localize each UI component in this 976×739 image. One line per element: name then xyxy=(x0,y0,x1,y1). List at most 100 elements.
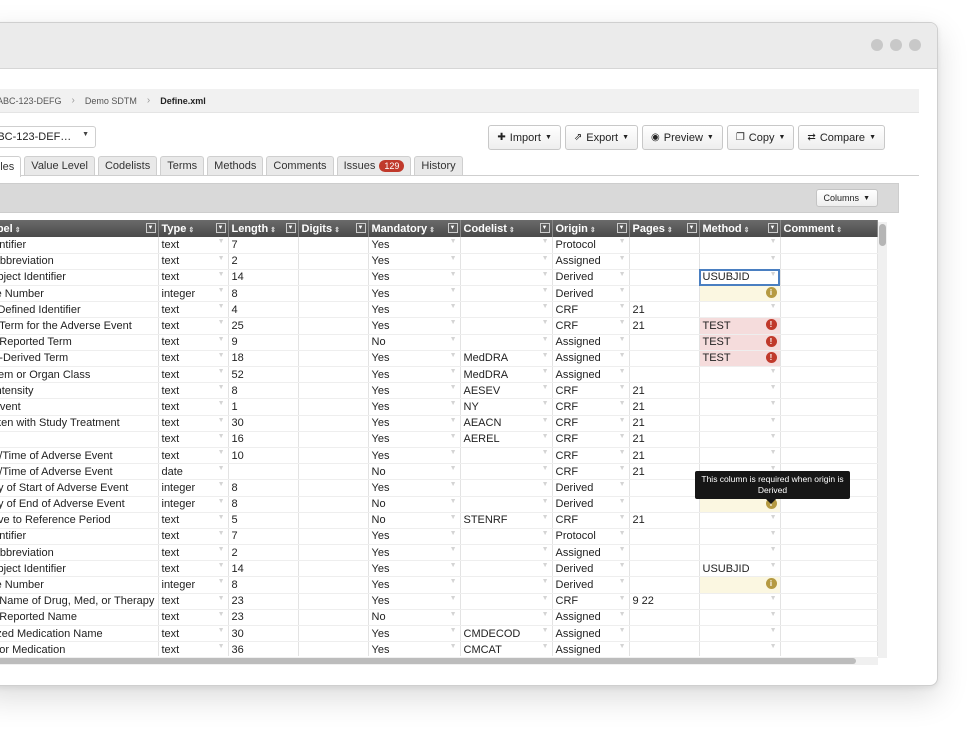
dropdown-caret-icon[interactable]: ▼ xyxy=(450,578,457,585)
cell-method[interactable]: USUBJID ▼ xyxy=(699,560,781,578)
table-row[interactable]: or-Defined Identifier text ▼ 4 Yes ▼ ▼ CRF ▼ 21 ▼ xyxy=(0,301,878,319)
cell-comment[interactable] xyxy=(780,350,878,368)
dropdown-caret-icon[interactable]: ▼ xyxy=(619,287,626,294)
dropdown-caret-icon[interactable]: ▼ xyxy=(218,611,225,618)
cell-codelist[interactable]: ▼ xyxy=(460,576,553,594)
cell-codelist[interactable]: ▼ xyxy=(460,609,553,627)
dropdown-caret-icon[interactable]: ▼ xyxy=(218,530,225,537)
cell-length[interactable]: 2 xyxy=(228,253,299,270)
cell-type[interactable]: text ▼ xyxy=(158,447,229,465)
dropdown-caret-icon[interactable]: ▼ xyxy=(542,498,549,505)
sort-icon[interactable]: ⇕ xyxy=(15,227,21,234)
dropdown-caret-icon[interactable]: ▼ xyxy=(619,595,626,602)
cell-digits[interactable] xyxy=(298,415,369,432)
cell-pages[interactable]: 21 xyxy=(629,431,700,448)
cell-digits[interactable] xyxy=(298,560,369,578)
cell-type[interactable]: text ▼ xyxy=(158,253,229,270)
cell-method[interactable]: ▼ xyxy=(699,544,781,562)
cell-label[interactable]: s Event xyxy=(0,398,159,416)
filter-icon[interactable]: ▼ xyxy=(447,223,458,233)
cell-type[interactable]: text ▼ xyxy=(158,237,229,254)
preview-button[interactable]: ◉ Preview ▼ xyxy=(642,125,723,150)
cell-method[interactable]: ▼ xyxy=(699,593,781,610)
cell-pages[interactable] xyxy=(629,625,700,643)
cell-pages[interactable]: 21 xyxy=(629,463,700,481)
cell-mandatory[interactable]: Yes ▼ xyxy=(368,528,461,546)
cell-comment[interactable] xyxy=(780,560,878,578)
dropdown-caret-icon[interactable]: ▼ xyxy=(218,465,225,472)
cell-length[interactable]: 9 xyxy=(228,334,299,351)
dropdown-caret-icon[interactable]: ▼ xyxy=(542,287,549,294)
dropdown-caret-icon[interactable]: ▼ xyxy=(619,319,626,326)
dropdown-caret-icon[interactable]: ▼ xyxy=(619,498,626,505)
dropdown-caret-icon[interactable]: ▼ xyxy=(770,303,777,310)
cell-length[interactable]: 4 xyxy=(228,301,299,319)
cell-length[interactable]: 8 xyxy=(228,479,299,497)
cell-length[interactable]: 23 xyxy=(228,609,299,627)
cell-method[interactable]: USUBJID ▼ xyxy=(699,269,781,287)
cell-method[interactable]: TEST! xyxy=(699,350,781,368)
dropdown-caret-icon[interactable]: ▼ xyxy=(770,449,777,456)
cell-digits[interactable] xyxy=(298,479,369,497)
table-row[interactable]: ystem or Organ Classtext▼52Yes▼MedDRA▼As… xyxy=(0,366,878,384)
dropdown-caret-icon[interactable]: ▼ xyxy=(770,562,777,569)
cell-codelist[interactable]: ▼ xyxy=(460,593,553,610)
cell-comment[interactable] xyxy=(780,237,878,254)
cell-origin[interactable]: Derived ▼ xyxy=(552,560,630,578)
cell-origin[interactable]: Derived ▼ xyxy=(552,285,630,303)
cell-type[interactable]: text ▼ xyxy=(158,625,229,643)
cell-codelist[interactable]: CMCAT ▼ xyxy=(460,641,553,656)
dropdown-caret-icon[interactable]: ▼ xyxy=(450,352,457,359)
dropdown-caret-icon[interactable]: ▼ xyxy=(450,514,457,521)
cell-mandatory[interactable]: No ▼ xyxy=(368,334,461,351)
tab-ables[interactable]: ables xyxy=(0,156,22,177)
cell-digits[interactable] xyxy=(298,398,369,416)
error-icon[interactable]: ! xyxy=(765,335,777,347)
cell-label[interactable]: ed Reported Term xyxy=(0,334,159,351)
cell-length[interactable]: 23 xyxy=(228,593,299,610)
table-row[interactable]: itytext ▼ 16 Yes ▼ AEREL ▼ CRF ▼ 21 ▼ xyxy=(0,431,878,448)
sort-icon[interactable]: ⇕ xyxy=(590,227,596,234)
dropdown-caret-icon[interactable]: ▼ xyxy=(770,368,777,375)
sort-icon[interactable]: ⇕ xyxy=(836,227,842,234)
dropdown-caret-icon[interactable]: ▼ xyxy=(450,643,457,650)
cell-origin[interactable]: Derived ▼ xyxy=(552,576,630,594)
column-header-origin[interactable]: Origin ⇕ ▼ xyxy=(552,220,630,237)
cell-digits[interactable] xyxy=(298,512,369,529)
table-row[interactable]: ry for Medicationtext▼36Yes▼CMCAT▼Assign… xyxy=(0,641,878,656)
compare-button[interactable]: ⇄ Compare ▼ xyxy=(798,125,885,150)
dropdown-caret-icon[interactable]: ▼ xyxy=(542,400,549,407)
cell-method[interactable]: ▼ xyxy=(699,366,781,384)
sort-icon[interactable]: ⇕ xyxy=(334,227,340,234)
cell-origin[interactable]: Derived ▼ xyxy=(552,496,630,513)
filter-icon[interactable]: ▼ xyxy=(539,223,550,233)
cell-mandatory[interactable]: Yes ▼ xyxy=(368,641,461,656)
dropdown-caret-icon[interactable]: ▼ xyxy=(619,384,626,391)
cell-mandatory[interactable]: Yes ▼ xyxy=(368,317,461,335)
sort-icon[interactable]: ⇕ xyxy=(429,227,435,234)
sort-icon[interactable]: ⇕ xyxy=(188,227,194,234)
cell-method[interactable]: ▼ xyxy=(699,237,781,254)
cell-method[interactable]: ▼ xyxy=(699,301,781,319)
cell-label[interactable]: Subject Identifier xyxy=(0,560,159,578)
cell-comment[interactable] xyxy=(780,285,878,303)
dropdown-caret-icon[interactable]: ▼ xyxy=(619,352,626,359)
cell-type[interactable]: text ▼ xyxy=(158,301,229,319)
dropdown-caret-icon[interactable]: ▼ xyxy=(619,643,626,650)
tab-codelists[interactable]: Codelists xyxy=(97,156,158,175)
cell-pages[interactable] xyxy=(629,479,700,497)
cell-codelist[interactable]: CMDECOD ▼ xyxy=(460,625,553,643)
cell-mandatory[interactable]: Yes ▼ xyxy=(368,431,461,448)
cell-mandatory[interactable]: Yes ▼ xyxy=(368,625,461,643)
column-header-pages[interactable]: Pages ⇕ ▼ xyxy=(629,220,700,237)
cell-method[interactable]: ▼ xyxy=(699,431,781,448)
dropdown-caret-icon[interactable]: ▼ xyxy=(542,271,549,278)
table-row[interactable]: ary-Derived Termtext▼18Yes▼MedDRA▼Assign… xyxy=(0,350,878,368)
cell-codelist[interactable]: NY ▼ xyxy=(460,398,553,416)
dropdown-caret-icon[interactable]: ▼ xyxy=(542,352,549,359)
sort-icon[interactable]: ⇕ xyxy=(667,227,673,234)
dropdown-caret-icon[interactable]: ▼ xyxy=(218,481,225,488)
cell-codelist[interactable]: AEACN ▼ xyxy=(460,415,553,432)
dropdown-caret-icon[interactable]: ▼ xyxy=(542,530,549,537)
cell-method[interactable]: ▼ xyxy=(699,382,781,400)
